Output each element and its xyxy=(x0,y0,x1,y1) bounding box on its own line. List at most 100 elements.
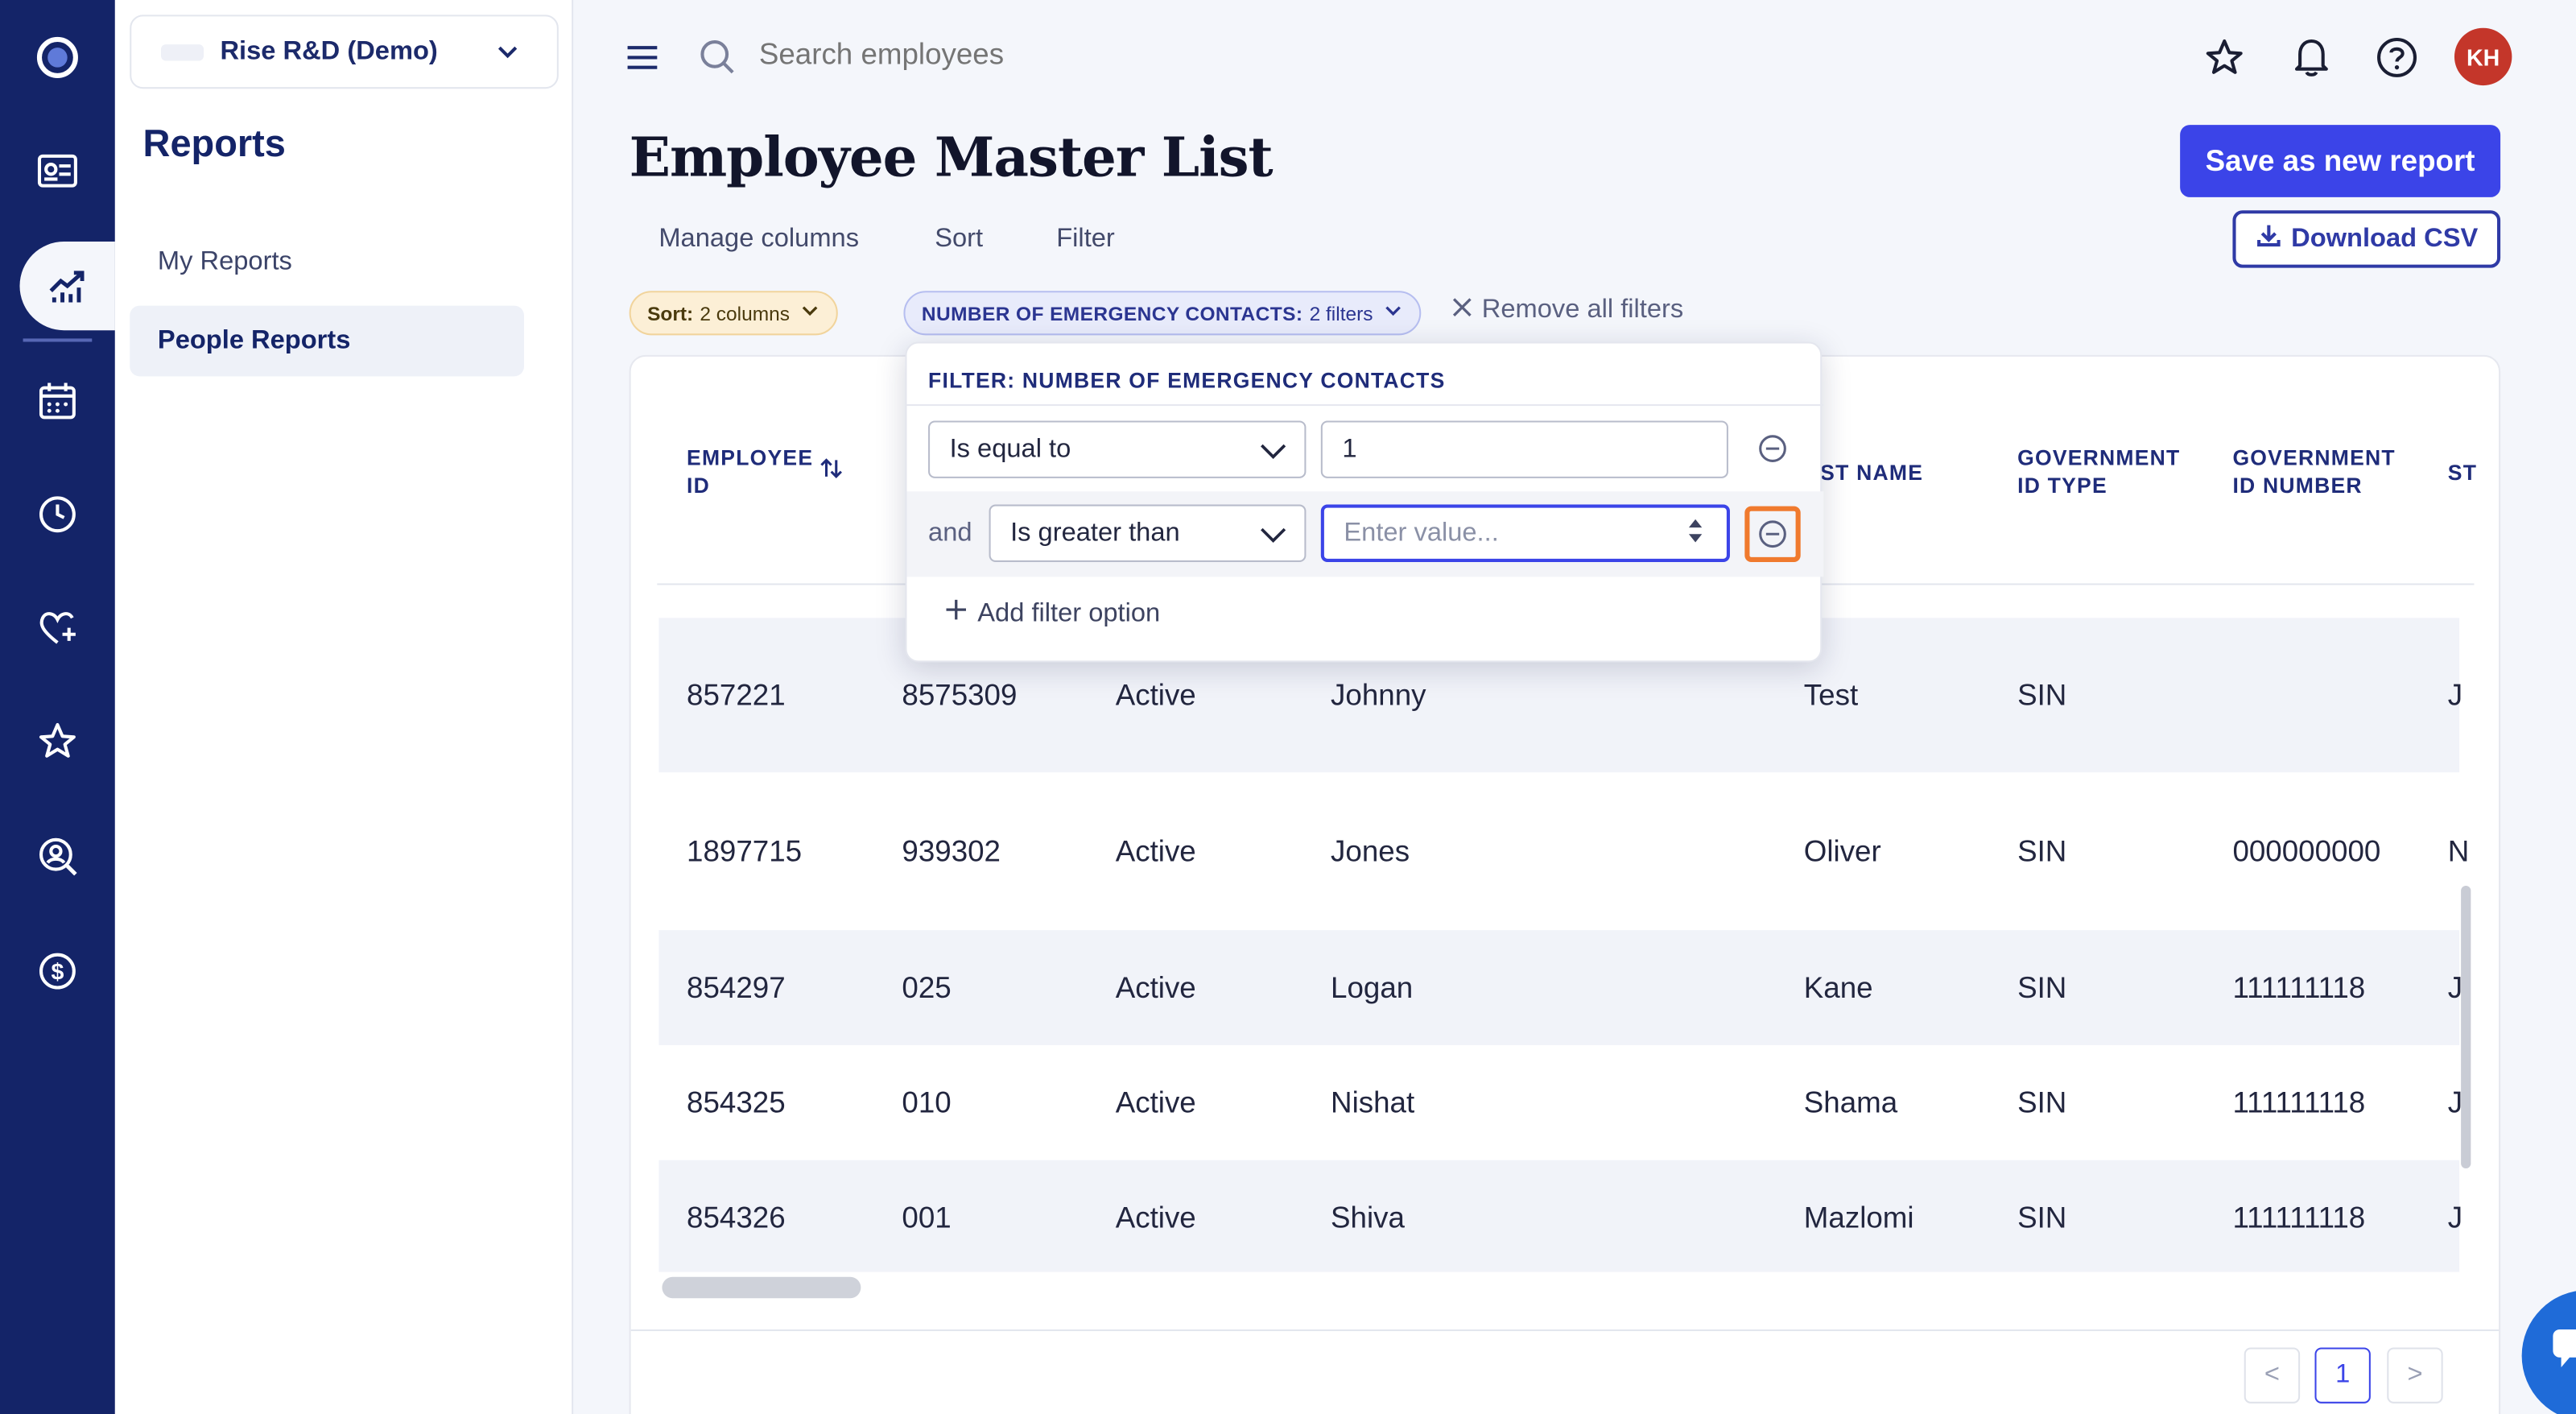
chevron-down-icon xyxy=(790,300,819,325)
reports-chart-icon[interactable] xyxy=(19,241,115,331)
filter-chip[interactable]: NUMBER OF EMERGENCY CONTACTS: 2 filters xyxy=(903,291,1421,336)
save-as-new-report-button[interactable]: Save as new report xyxy=(2180,125,2501,197)
cell-gov-id-type: SIN xyxy=(2017,678,2067,712)
condition-2-operator-select[interactable]: Is greater than xyxy=(989,504,1307,562)
cell-employee-id: 1897715 xyxy=(687,834,803,868)
logo-icon[interactable] xyxy=(0,13,115,101)
search-icon xyxy=(696,36,739,79)
number-spinner-icon[interactable] xyxy=(1687,518,1703,544)
add-filter-option-button[interactable]: Add filter option xyxy=(944,598,1160,630)
cell-truncated: J xyxy=(2447,678,2463,712)
and-label: and xyxy=(928,519,972,548)
table-footer-divider xyxy=(630,1329,2500,1332)
filter-chip-value: 2 filters xyxy=(1309,301,1373,325)
condition-1-operator-value: Is equal to xyxy=(949,434,1071,463)
cell-status: Active xyxy=(1115,1201,1196,1234)
header-gov-id-type[interactable]: GOVERNMENT ID TYPE xyxy=(2017,444,2180,499)
company-switcher[interactable]: Rise R&D (Demo) xyxy=(130,14,559,89)
top-bar: KH xyxy=(573,0,2576,115)
hamburger-menu-icon[interactable] xyxy=(621,36,663,79)
manage-columns-tab[interactable]: Manage columns xyxy=(658,225,859,255)
bell-icon[interactable] xyxy=(2287,33,2336,82)
cell-employee-number: 001 xyxy=(902,1201,952,1234)
pagination-prev-button[interactable]: < xyxy=(2244,1347,2301,1404)
sort-chip-value: 2 columns xyxy=(700,301,791,325)
page-title: Employee Master List xyxy=(629,125,1274,189)
cell-first-name: Nishat xyxy=(1331,1085,1415,1119)
header-employee-id[interactable]: EMPLOYEE ID xyxy=(687,444,813,499)
cell-last-name: Kane xyxy=(1803,971,1873,1004)
rail-divider xyxy=(23,338,93,342)
heart-plus-icon[interactable] xyxy=(0,583,115,672)
cell-employee-number: 939302 xyxy=(902,834,1001,868)
condition-2-operator-value: Is greater than xyxy=(1010,518,1180,547)
cell-status: Active xyxy=(1115,971,1196,1004)
sort-arrows-icon[interactable] xyxy=(818,455,844,482)
cell-status: Active xyxy=(1115,678,1196,712)
main-content: KH Employee Master List Save as new repo… xyxy=(573,0,2576,1414)
filter-popover: FILTER: NUMBER OF EMERGENCY CONTACTS Is … xyxy=(905,341,1824,663)
cell-last-name: Mazlomi xyxy=(1803,1201,1914,1234)
calendar-icon[interactable] xyxy=(0,357,115,445)
horizontal-scrollbar[interactable] xyxy=(662,1276,861,1299)
minus-circle-icon xyxy=(1759,520,1786,548)
chevron-down-icon xyxy=(1373,300,1403,325)
remove-condition-2-button[interactable] xyxy=(1744,506,1801,562)
plus-icon xyxy=(944,598,968,630)
cell-gov-id-type: SIN xyxy=(2017,1201,2067,1234)
star-icon[interactable] xyxy=(0,697,115,785)
table-row[interactable]: 1897715 939302 Active Jones Oliver SIN 0… xyxy=(658,772,2469,930)
company-logo xyxy=(160,43,204,60)
chevron-down-icon xyxy=(1258,437,1288,472)
svg-text:$: $ xyxy=(51,959,64,985)
header-gov-id-number[interactable]: GOVERNMENT ID NUMBER xyxy=(2232,444,2395,499)
cell-employee-id: 854326 xyxy=(687,1201,786,1234)
condition-1-value-input[interactable]: 1 xyxy=(1320,420,1728,478)
header-st[interactable]: ST xyxy=(2448,458,2477,486)
cell-gov-id-type: SIN xyxy=(2017,1085,2067,1119)
filter-tab[interactable]: Filter xyxy=(1056,225,1115,255)
remove-all-filters-button[interactable]: Remove all filters xyxy=(1452,296,1683,325)
user-search-icon[interactable] xyxy=(0,812,115,900)
avatar[interactable]: KH xyxy=(2454,27,2512,86)
dollar-icon[interactable]: $ xyxy=(0,927,115,1015)
cell-first-name: Jones xyxy=(1331,834,1410,868)
remove-condition-1-button[interactable] xyxy=(1744,420,1800,476)
condition-1-operator-select[interactable]: Is equal to xyxy=(928,420,1307,478)
download-csv-label: Download CSV xyxy=(2291,224,2479,253)
id-card-icon[interactable] xyxy=(0,126,115,215)
pagination-next-button[interactable]: > xyxy=(2387,1347,2443,1404)
condition-2-value-input[interactable]: Enter value... xyxy=(1320,504,1730,562)
table-row[interactable]: 854326 001 Active Shiva Mazlomi SIN 1111… xyxy=(658,1160,2462,1272)
sidebar-item-my-reports[interactable]: My Reports xyxy=(130,227,524,298)
help-icon[interactable] xyxy=(2372,33,2421,82)
popover-divider xyxy=(906,404,1824,407)
chat-icon xyxy=(2553,1329,2576,1367)
cell-first-name: Johnny xyxy=(1331,678,1426,712)
cell-employee-id: 854297 xyxy=(687,971,786,1004)
sort-chip-key: Sort: xyxy=(647,301,694,325)
cell-status: Active xyxy=(1115,834,1196,868)
table-row[interactable]: 854297 025 Active Logan Kane SIN 1111111… xyxy=(658,930,2462,1045)
cell-gov-id-number: 111111118 xyxy=(2232,971,2366,1004)
table-row[interactable]: 854325 010 Active Nishat Shama SIN 11111… xyxy=(658,1045,2462,1160)
vertical-scrollbar[interactable] xyxy=(2461,885,2471,1169)
cell-gov-id-type: SIN xyxy=(2017,834,2067,868)
cell-employee-id: 854325 xyxy=(687,1085,786,1119)
favorite-star-icon[interactable] xyxy=(2200,33,2249,82)
clock-icon[interactable] xyxy=(0,470,115,559)
sort-chip[interactable]: Sort: 2 columns xyxy=(629,291,838,336)
search-input[interactable] xyxy=(758,37,1417,72)
close-icon xyxy=(1452,296,1472,325)
cell-gov-id-type: SIN xyxy=(2017,971,2067,1004)
cell-last-name: Shama xyxy=(1803,1085,1898,1119)
minus-circle-icon xyxy=(1759,435,1786,462)
pagination-page-button[interactable]: 1 xyxy=(2314,1347,2371,1404)
sort-tab[interactable]: Sort xyxy=(935,225,983,255)
download-csv-button[interactable]: Download CSV xyxy=(2232,210,2501,268)
sidebar-item-people-reports[interactable]: People Reports xyxy=(130,305,525,377)
reports-sidebar: Rise R&D (Demo) Reports My Reports Peopl… xyxy=(114,0,574,1414)
filter-chip-key: NUMBER OF EMERGENCY CONTACTS: xyxy=(921,301,1303,325)
page: $ Rise R&D (Demo) Reports My Reports Peo… xyxy=(0,0,2576,1414)
cell-truncated: N xyxy=(2447,834,2470,868)
